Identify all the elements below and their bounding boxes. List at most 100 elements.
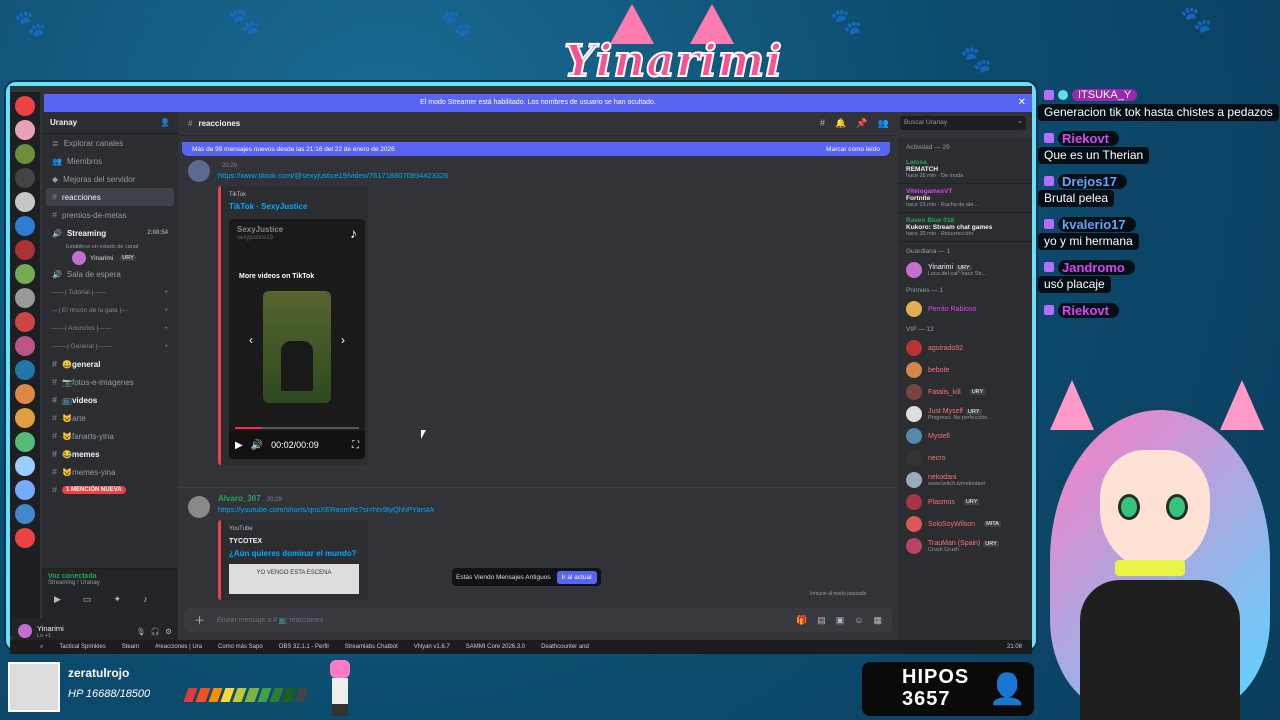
member-item[interactable]: bebote bbox=[898, 359, 1032, 381]
server-icon[interactable] bbox=[15, 312, 35, 332]
member-item[interactable]: Yinarimi URY Loca del cat* hace Str... bbox=[898, 259, 1032, 281]
taskbar-item[interactable]: Steam bbox=[122, 644, 139, 650]
voice-channel-streaming[interactable]: 🔊 Streaming 2:08:54 bbox=[42, 224, 178, 242]
channel-fotos[interactable]: # 📷fotos-e-imagenes bbox=[42, 373, 178, 391]
server-icon[interactable] bbox=[15, 96, 35, 116]
next-icon[interactable]: › bbox=[341, 333, 345, 347]
server-icon[interactable] bbox=[15, 264, 35, 284]
add-icon[interactable]: + bbox=[164, 325, 168, 332]
server-icon[interactable] bbox=[15, 384, 35, 404]
taskbar-item[interactable]: OBS 32.1.1 - Perfil bbox=[279, 644, 329, 650]
message-link[interactable]: https://youtube.com/shorts/qnsXERasmRc?s… bbox=[218, 505, 896, 514]
member-item[interactable]: Mystell bbox=[898, 425, 1032, 447]
activity-card[interactable]: Raven Blue 018 Kukoro: Stream chat games… bbox=[898, 213, 1032, 242]
emoji-icon[interactable]: ☺ bbox=[854, 615, 863, 626]
taskbar-item[interactable]: Tactical Sprinkles bbox=[59, 644, 105, 650]
add-member-icon[interactable]: 👤 bbox=[160, 118, 170, 127]
member-item[interactable]: Perrito Rabioso bbox=[898, 298, 1032, 320]
jump-to-present-button[interactable]: Ir al actual bbox=[556, 570, 597, 584]
server-icon[interactable] bbox=[15, 336, 35, 356]
add-icon[interactable]: + bbox=[164, 307, 168, 314]
add-icon[interactable]: + bbox=[164, 289, 168, 296]
avatar[interactable] bbox=[18, 624, 32, 638]
member-item[interactable]: Plasmos URY bbox=[898, 491, 1032, 513]
add-icon[interactable]: + bbox=[164, 343, 168, 350]
message-author[interactable]: Alvaro_307 bbox=[218, 494, 261, 503]
message-composer[interactable]: ＋ Enviar mensaje a # 📺 reacciones 🎁 ▤ ▣ … bbox=[184, 608, 892, 632]
bell-icon[interactable]: 🔔 bbox=[835, 118, 846, 129]
server-icon[interactable] bbox=[15, 144, 35, 164]
message-link[interactable]: https://www.tiktok.com/@sexyjustice19/vi… bbox=[218, 171, 896, 180]
taskbar-item[interactable]: Como más Sapo bbox=[218, 644, 263, 650]
volume-icon[interactable]: 🔊 bbox=[251, 440, 263, 451]
gear-icon[interactable]: ⚙ bbox=[165, 627, 172, 636]
embed-title[interactable]: TikTok · SexyJustice bbox=[229, 202, 360, 211]
member-item[interactable]: Fatalis_kill URY bbox=[898, 381, 1032, 403]
category-general[interactable]: -------| General |------- + bbox=[42, 337, 178, 355]
video-progress[interactable] bbox=[235, 427, 359, 429]
channel-reacciones[interactable]: # reacciones bbox=[46, 188, 174, 206]
category-tutorial[interactable]: ------| Tutorial |------ + bbox=[42, 283, 178, 301]
members-icon[interactable]: 👥 bbox=[877, 118, 888, 129]
server-icon[interactable] bbox=[15, 432, 35, 452]
video-icon[interactable]: ▶ bbox=[54, 594, 61, 605]
apps-icon[interactable]: ▦ bbox=[873, 615, 882, 626]
close-icon[interactable]: ✕ bbox=[1018, 94, 1026, 112]
sticker-icon[interactable]: ▣ bbox=[836, 615, 845, 626]
taskbar-item[interactable]: SAMMI Core 2026.3.0 bbox=[466, 644, 525, 650]
member-item[interactable]: SoloSoyWilson MITA bbox=[898, 513, 1032, 535]
gif-icon[interactable]: ▤ bbox=[817, 615, 826, 626]
avatar[interactable] bbox=[188, 496, 210, 518]
embed-title[interactable]: ¿Aún quieres dominar el mundo? bbox=[229, 549, 360, 558]
member-item[interactable]: TrauMan (Spain) URY Crush Crush bbox=[898, 535, 1032, 557]
taskbar-item[interactable]: VNyan v1.6.7 bbox=[414, 644, 450, 650]
mark-read-button[interactable]: Marcar como leído bbox=[826, 146, 880, 153]
channel-videos[interactable]: # 📺videos bbox=[42, 391, 178, 409]
nav-browse-channels[interactable]: ≣ Explorar canales bbox=[42, 134, 178, 152]
headphones-icon[interactable]: 🎧 bbox=[151, 627, 160, 636]
category-anuncios[interactable]: ------| Anuncios |------ + bbox=[42, 319, 178, 337]
soundboard-icon[interactable]: ♪ bbox=[143, 594, 148, 605]
video-thumbnail[interactable]: YO VENGO ESTA ESCENA bbox=[229, 564, 359, 594]
fullscreen-icon[interactable]: ⛶ bbox=[352, 440, 359, 451]
share-screen-icon[interactable]: ▭ bbox=[83, 594, 92, 605]
server-icon[interactable] bbox=[15, 192, 35, 212]
category-rincon[interactable]: ---| El rincón de la gata |--- + bbox=[42, 301, 178, 319]
server-icon[interactable] bbox=[15, 480, 35, 500]
search-icon[interactable]: ⌕ bbox=[40, 644, 43, 651]
taskbar-item[interactable]: Streamlabs Chatbot bbox=[345, 644, 398, 650]
server-icon[interactable] bbox=[15, 360, 35, 380]
channel-sala-espera[interactable]: 🔊 Sala de espera bbox=[42, 265, 178, 283]
search-input[interactable]: Buscar Uranay ⌕ bbox=[900, 116, 1026, 130]
activity-card[interactable]: Lalosa REMATCH hace 28 min · De moda bbox=[898, 155, 1032, 184]
avatar[interactable] bbox=[188, 160, 210, 182]
embed-author[interactable]: TYCOTEX bbox=[229, 538, 360, 545]
mention-pill[interactable]: #1 MENCIÓN NUEVA bbox=[42, 481, 178, 499]
voice-connected-label[interactable]: Voz conectada bbox=[48, 573, 172, 580]
channel-arte[interactable]: # 😺arte bbox=[42, 409, 178, 427]
nav-members[interactable]: 👥 Miembros bbox=[42, 152, 178, 170]
server-icon[interactable] bbox=[15, 528, 35, 548]
server-icon[interactable] bbox=[15, 216, 35, 236]
channel-memes-yina[interactable]: # 😺memes-yina bbox=[42, 463, 178, 481]
server-icon[interactable] bbox=[15, 168, 35, 188]
nav-boosts[interactable]: ◆ Mejoras del servidor bbox=[42, 170, 178, 188]
taskbar-item[interactable]: #reacciones | Ura bbox=[155, 644, 202, 650]
server-icon[interactable] bbox=[15, 120, 35, 140]
server-icon[interactable] bbox=[15, 504, 35, 524]
activities-icon[interactable]: ✦ bbox=[113, 594, 121, 605]
server-header[interactable]: Uranay 👤 bbox=[42, 112, 178, 134]
pin-icon[interactable]: 📌 bbox=[856, 118, 867, 129]
gift-icon[interactable]: 🎁 bbox=[796, 615, 807, 626]
server-icon[interactable] bbox=[15, 408, 35, 428]
video-thumbnail[interactable] bbox=[263, 291, 331, 403]
channel-premios[interactable]: # premios-de-metas bbox=[42, 206, 178, 224]
tiktok-video-player[interactable]: SexyJustice sexyjustice19 ♪ More videos … bbox=[229, 219, 365, 459]
new-messages-bar[interactable]: Más de 99 mensajes nuevos desde las 21:1… bbox=[182, 142, 890, 156]
channel-general[interactable]: # 😀general bbox=[42, 355, 178, 373]
server-icon[interactable] bbox=[15, 240, 35, 260]
channel-memes[interactable]: # 😂memes bbox=[42, 445, 178, 463]
member-item[interactable]: necro bbox=[898, 447, 1032, 469]
member-item[interactable]: aguirado92 bbox=[898, 337, 1032, 359]
member-item[interactable]: Just Myself URY Progreso. No perfección. bbox=[898, 403, 1032, 425]
